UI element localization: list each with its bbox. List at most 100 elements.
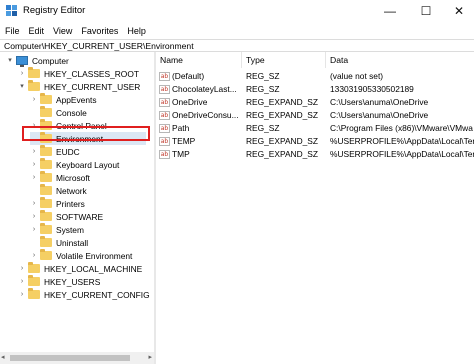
value-data: 133031905330502189 [330, 84, 414, 94]
expand-arrow-icon[interactable]: › [30, 212, 38, 220]
expand-arrow-icon[interactable]: › [30, 147, 38, 155]
value-row[interactable]: ab TEMP REG_EXPAND_SZ %USERPROFILE%\AppD… [156, 135, 474, 148]
menu-help[interactable]: Help [122, 26, 150, 36]
values-pane[interactable]: Name Type Data ab (Default) REG_SZ (valu… [156, 52, 474, 364]
tree-item-keyboard-layout[interactable]: › Keyboard Layout [30, 158, 119, 171]
address-path[interactable]: Computer\HKEY_CURRENT_USER\Environment [4, 41, 194, 51]
tree-label: System [56, 224, 84, 235]
folder-icon [40, 197, 52, 208]
tree-item-eudc[interactable]: › EUDC [30, 145, 80, 158]
expand-arrow-icon[interactable]: › [30, 199, 38, 207]
value-row[interactable]: ab OneDriveConsu... REG_EXPAND_SZ C:\Use… [156, 109, 474, 122]
value-row[interactable]: ab OneDrive REG_EXPAND_SZ C:\Users\anuma… [156, 96, 474, 109]
tree-label: Computer [32, 55, 69, 66]
expand-arrow-icon[interactable]: › [18, 264, 26, 272]
tree-item-hkey-users[interactable]: › HKEY_USERS [18, 275, 100, 288]
tree-item-hkey-classes-root[interactable]: › HKEY_CLASSES_ROOT [18, 67, 139, 80]
collapse-arrow-icon[interactable]: ▾ [6, 56, 14, 64]
tree-item-microsoft[interactable]: › Microsoft [30, 171, 90, 184]
tree-item-software[interactable]: › SOFTWARE [30, 210, 103, 223]
computer-icon [16, 56, 28, 67]
value-row[interactable]: ab Path REG_SZ C:\Program Files (x86)\VM… [156, 122, 474, 135]
folder-icon [40, 210, 52, 221]
tree-label: Console [56, 107, 87, 118]
value-row[interactable]: ab (Default) REG_SZ (value not set) [156, 70, 474, 83]
tree-item-network[interactable]: Network [30, 184, 87, 197]
scroll-left-icon[interactable]: ◂ [1, 353, 5, 361]
tree-pane[interactable]: ▾ Computer › HKEY_CLASSES_ROOT ▾ HKEY_CU… [0, 52, 154, 364]
expand-arrow-icon[interactable]: › [30, 251, 38, 259]
value-name: OneDrive [172, 97, 208, 107]
menu-file[interactable]: File [0, 26, 24, 36]
folder-icon [40, 158, 52, 169]
collapse-arrow-icon[interactable]: ▾ [18, 82, 26, 90]
tree-item-printers[interactable]: › Printers [30, 197, 85, 210]
tree-label: Printers [56, 198, 85, 209]
tree-item-appevents[interactable]: › AppEvents [30, 93, 97, 106]
tree-label: Microsoft [56, 172, 90, 183]
expand-arrow-icon[interactable]: › [30, 95, 38, 103]
tree-label: EUDC [56, 146, 80, 157]
folder-icon [40, 249, 52, 260]
expand-arrow-icon[interactable]: › [18, 69, 26, 77]
tree-item-volatile-environment[interactable]: › Volatile Environment [30, 249, 132, 262]
expand-arrow-icon[interactable]: › [18, 277, 26, 285]
value-row[interactable]: ab ChocolateyLast... REG_SZ 133031905330… [156, 83, 474, 96]
minimize-button[interactable]: — [372, 0, 408, 22]
menu-edit[interactable]: Edit [24, 26, 49, 36]
value-name: TEMP [172, 136, 196, 146]
string-value-icon: ab [159, 72, 170, 81]
expand-arrow-icon[interactable]: › [18, 290, 26, 298]
tree-item-console[interactable]: Console [30, 106, 87, 119]
scrollbar-thumb[interactable] [10, 355, 130, 361]
tree-item-system[interactable]: › System [30, 223, 84, 236]
expand-arrow-icon[interactable]: › [30, 225, 38, 233]
tree-item-hkey-current-config[interactable]: › HKEY_CURRENT_CONFIG [18, 288, 150, 301]
expand-arrow-icon[interactable]: › [30, 173, 38, 181]
tree-label: AppEvents [56, 94, 97, 105]
tree-item-uninstall[interactable]: Uninstall [30, 236, 88, 249]
value-data: C:\Users\anuma\OneDrive [330, 110, 429, 120]
value-name: (Default) [172, 71, 205, 81]
column-header-name[interactable]: Name [156, 52, 242, 68]
maximize-button[interactable]: ☐ [408, 0, 444, 22]
string-value-icon: ab [159, 150, 170, 159]
tree-label: HKEY_CLASSES_ROOT [44, 68, 139, 79]
string-value-icon: ab [159, 137, 170, 146]
tree-item-hkey-local-machine[interactable]: › HKEY_LOCAL_MACHINE [18, 262, 142, 275]
tree-item-computer[interactable]: ▾ Computer [6, 54, 69, 67]
expand-arrow-icon[interactable]: › [30, 160, 38, 168]
value-data: (value not set) [330, 71, 384, 81]
address-bar[interactable]: Computer\HKEY_CURRENT_USER\Environment [0, 39, 474, 52]
string-value-icon: ab [159, 98, 170, 107]
menu-favorites[interactable]: Favorites [76, 26, 122, 36]
scroll-right-icon[interactable]: ▸ [148, 353, 152, 361]
tree-label: Keyboard Layout [56, 159, 120, 170]
folder-icon [28, 275, 40, 286]
value-type: REG_EXPAND_SZ [246, 136, 318, 146]
value-type: REG_EXPAND_SZ [246, 97, 318, 107]
value-type: REG_SZ [246, 84, 280, 94]
folder-icon [28, 288, 40, 299]
close-button[interactable]: ✕ [441, 0, 474, 22]
tree-label: Network [56, 185, 87, 196]
tree-label: HKEY_LOCAL_MACHINE [44, 263, 143, 274]
folder-icon [40, 145, 52, 156]
value-type: REG_EXPAND_SZ [246, 149, 318, 159]
selection-highlight [22, 126, 150, 141]
folder-icon [40, 93, 52, 104]
tree-label: HKEY_CURRENT_USER [44, 81, 141, 92]
value-type: REG_EXPAND_SZ [246, 110, 318, 120]
window-title: Registry Editor [23, 5, 86, 16]
tree-horizontal-scrollbar[interactable]: ◂ ▸ [0, 352, 154, 364]
value-name: TMP [172, 149, 190, 159]
folder-icon [40, 171, 52, 182]
column-header-data[interactable]: Data [326, 52, 474, 68]
column-header-type[interactable]: Type [242, 52, 326, 68]
folder-icon [28, 262, 40, 273]
value-row[interactable]: ab TMP REG_EXPAND_SZ %USERPROFILE%\AppDa… [156, 148, 474, 161]
menu-view[interactable]: View [48, 26, 76, 36]
value-data: C:\Program Files (x86)\VMware\VMwa [330, 123, 473, 133]
tree-item-hkey-current-user[interactable]: ▾ HKEY_CURRENT_USER [18, 80, 140, 93]
tree-label: HKEY_CURRENT_CONFIG [44, 289, 150, 300]
